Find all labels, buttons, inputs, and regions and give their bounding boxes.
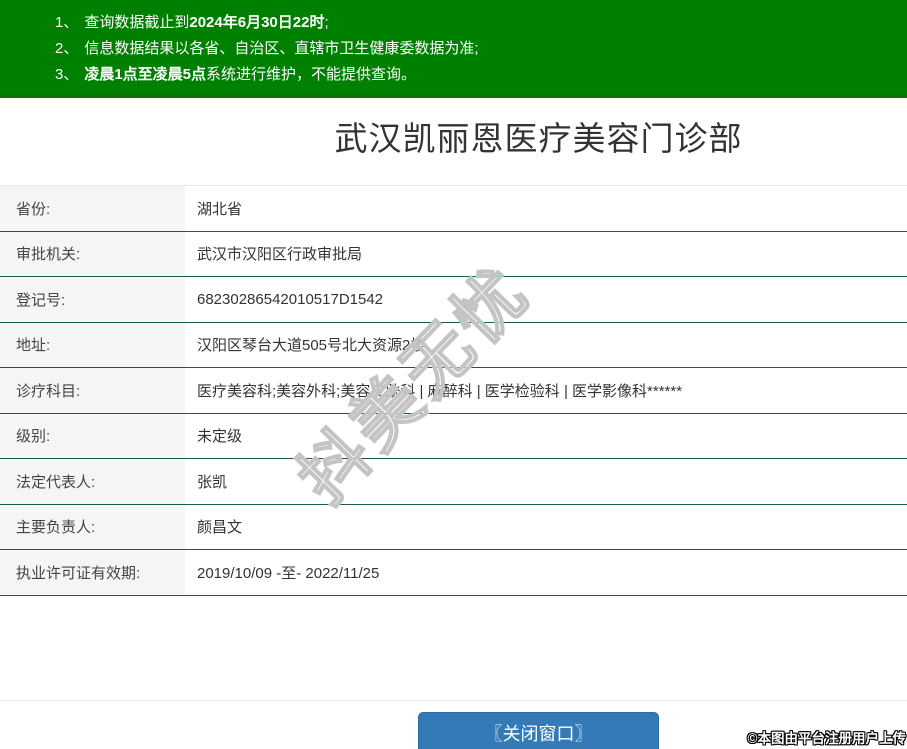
- table-row-person-in-charge: 主要负责人: 颜昌文: [0, 505, 907, 551]
- notice-item-2: 2、信息数据结果以各省、自治区、直辖市卫生健康委数据为准;: [55, 36, 897, 62]
- notice-number: 1、: [55, 14, 78, 31]
- notice-text: 查询数据截止到: [84, 14, 189, 31]
- table-row-approval-authority: 审批机关: 武汉市汉阳区行政审批局: [0, 232, 907, 278]
- notice-item-3: 3、凌晨1点至凌晨5点系统进行维护，不能提供查询。: [55, 62, 897, 88]
- table-row-medical-departments: 诊疗科目: 医疗美容科;美容外科;美容皮肤科 | 麻醉科 | 医学检验科 | 医…: [0, 368, 907, 414]
- notice-text: 信息数据结果以各省、自治区、直辖市卫生健康委数据为准;: [84, 40, 478, 57]
- row-label: 地址:: [0, 323, 185, 368]
- query-result-page: 1、查询数据截止到2024年6月30日22时; 2、信息数据结果以各省、自治区、…: [0, 0, 907, 749]
- page-title: 武汉凯丽恩医疗美容门诊部: [0, 116, 907, 162]
- row-value: 颜昌文: [185, 505, 907, 550]
- row-label: 诊疗科目:: [0, 368, 185, 413]
- notice-text-bold: 凌晨1点至凌晨5点: [84, 66, 206, 83]
- row-label: 主要负责人:: [0, 505, 185, 550]
- table-row-province: 省份: 湖北省: [0, 186, 907, 232]
- row-label: 级别:: [0, 414, 185, 459]
- table-row-level: 级别: 未定级: [0, 414, 907, 460]
- notice-number: 2、: [55, 40, 78, 57]
- notice-text: ;: [324, 14, 328, 31]
- row-value: 武汉市汉阳区行政审批局: [185, 232, 907, 277]
- row-label: 登记号:: [0, 277, 185, 322]
- table-row-address: 地址: 汉阳区琴台大道505号北大资源2楼: [0, 323, 907, 369]
- row-label: 省份:: [0, 186, 185, 231]
- row-value: 汉阳区琴台大道505号北大资源2楼: [185, 323, 907, 368]
- institution-info-table: 省份: 湖北省 审批机关: 武汉市汉阳区行政审批局 登记号: 682302865…: [0, 185, 907, 596]
- close-window-button[interactable]: 〖关闭窗口〗: [418, 712, 659, 749]
- table-row-legal-representative: 法定代表人: 张凯: [0, 459, 907, 505]
- table-row-registration-number: 登记号: 68230286542010517D1542: [0, 277, 907, 323]
- table-row-license-validity: 执业许可证有效期: 2019/10/09 -至- 2022/11/25: [0, 550, 907, 596]
- row-label: 执业许可证有效期:: [0, 550, 185, 595]
- row-value: 未定级: [185, 414, 907, 459]
- notice-number: 3、: [55, 66, 78, 83]
- footer-divider: [0, 700, 907, 701]
- notice-text: 系统进行维护，不能提供查询。: [206, 66, 416, 83]
- row-value: 2019/10/09 -至- 2022/11/25: [185, 550, 907, 595]
- notice-banner: 1、查询数据截止到2024年6月30日22时; 2、信息数据结果以各省、自治区、…: [0, 0, 907, 98]
- row-value: 张凯: [185, 459, 907, 504]
- notice-list: 1、查询数据截止到2024年6月30日22时; 2、信息数据结果以各省、自治区、…: [55, 10, 897, 88]
- row-label: 法定代表人:: [0, 459, 185, 504]
- upload-credit-watermark: ©本图由平台注册用户上传: [748, 727, 906, 747]
- row-value: 68230286542010517D1542: [185, 277, 907, 322]
- row-label: 审批机关:: [0, 232, 185, 277]
- notice-item-1: 1、查询数据截止到2024年6月30日22时;: [55, 10, 897, 36]
- notice-text-bold: 2024年6月30日22时: [189, 14, 324, 31]
- row-value: 医疗美容科;美容外科;美容皮肤科 | 麻醉科 | 医学检验科 | 医学影像科**…: [185, 368, 907, 413]
- row-value: 湖北省: [185, 186, 907, 231]
